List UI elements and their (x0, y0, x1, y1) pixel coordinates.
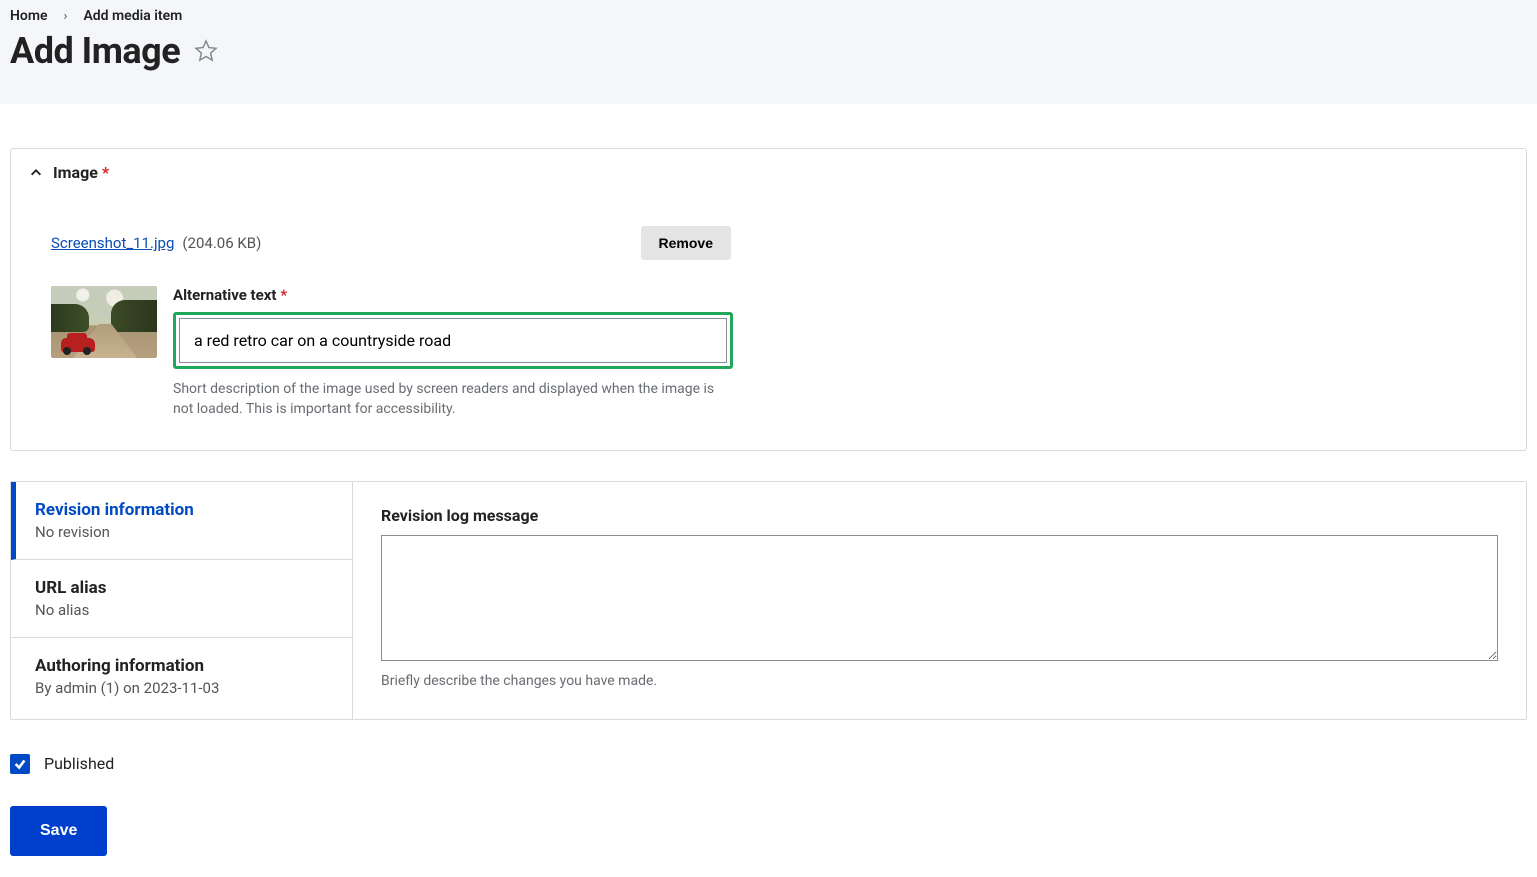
required-indicator: * (102, 163, 109, 182)
tab-subtitle: No revision (35, 523, 328, 541)
chevron-up-icon (29, 166, 43, 180)
tab-authoring-information[interactable]: Authoring information By admin (1) on 20… (11, 638, 352, 715)
chevron-right-icon: › (64, 9, 68, 24)
alt-text-label: Alternative text (173, 286, 276, 304)
required-indicator: * (280, 286, 287, 304)
tab-title: URL alias (35, 578, 328, 598)
image-panel-title: Image (53, 163, 98, 182)
image-panel: Image* Screenshot_11.jpg (204.06 KB) Rem… (10, 148, 1527, 451)
breadcrumb-home[interactable]: Home (10, 8, 48, 24)
tab-title: Authoring information (35, 656, 328, 676)
tab-subtitle: No alias (35, 601, 328, 619)
thumbnail-preview (51, 286, 157, 358)
check-icon (13, 757, 27, 771)
page-title: Add Image (10, 30, 180, 72)
revision-log-help: Briefly describe the changes you have ma… (381, 673, 1498, 689)
file-size: (204.06 KB) (182, 234, 261, 252)
tab-revision-information[interactable]: Revision information No revision (11, 482, 352, 560)
tab-subtitle: By admin (1) on 2023-11-03 (35, 679, 328, 697)
tab-title: Revision information (35, 500, 328, 520)
published-label: Published (44, 754, 114, 773)
remove-button[interactable]: Remove (641, 226, 731, 260)
alt-text-input[interactable] (179, 318, 727, 363)
save-button[interactable]: Save (10, 806, 107, 856)
image-panel-toggle[interactable]: Image* (11, 149, 1526, 186)
revision-log-label: Revision log message (381, 506, 538, 525)
alt-text-help: Short description of the image used by s… (173, 379, 733, 420)
file-link[interactable]: Screenshot_11.jpg (51, 234, 174, 252)
breadcrumb-current: Add media item (83, 8, 182, 24)
tab-url-alias[interactable]: URL alias No alias (11, 560, 352, 638)
vertical-tabs: Revision information No revision URL ali… (10, 481, 1527, 720)
published-checkbox[interactable] (10, 754, 30, 774)
star-icon[interactable] (194, 39, 218, 63)
breadcrumb: Home › Add media item (10, 8, 1527, 30)
revision-log-textarea[interactable] (381, 535, 1498, 661)
